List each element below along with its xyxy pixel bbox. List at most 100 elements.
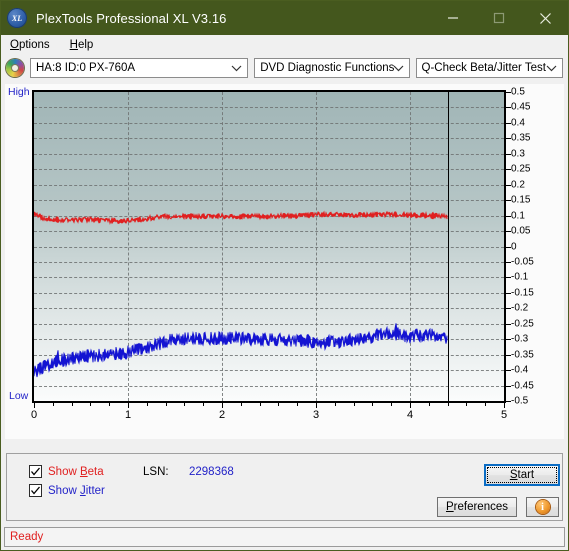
x-axis-tick-label: 1 [124, 409, 132, 421]
x-axis-tick-mark [447, 403, 449, 406]
x-axis-tick-mark [259, 403, 261, 406]
show-beta-checkbox-row[interactable]: Show Beta [29, 465, 104, 478]
y-axis-tick-label: 0.1 [511, 210, 525, 222]
y-axis-tick-label: -0.05 [511, 256, 534, 268]
y-axis-tick-label: -0.5 [511, 395, 529, 407]
x-axis-tick-label: 5 [500, 409, 508, 421]
window-controls [430, 1, 568, 35]
info-icon: i [535, 500, 550, 514]
maximize-icon[interactable] [476, 1, 522, 35]
show-beta-checkbox[interactable] [29, 465, 42, 478]
chart-label-high: High [8, 86, 30, 98]
y-axis-tick-mark [506, 200, 511, 202]
x-axis-tick-mark [52, 403, 54, 406]
status-bar: Ready [4, 527, 565, 547]
show-jitter-label: Show Jitter [48, 484, 105, 497]
chart-traces [34, 210, 448, 378]
y-axis-tick-mark [506, 385, 511, 387]
y-axis-tick-mark [506, 169, 511, 171]
chart-panel: High Low 0.5 0.45 0.4 0.35 0.3 0.25 0.2 0.15 0.1… [5, 84, 564, 439]
x-axis-tick-label: 4 [406, 409, 414, 421]
title-bar: XL PlexTools Professional XL V3.16 [1, 1, 568, 35]
x-axis-tick-mark [184, 403, 186, 406]
info-button[interactable]: i [526, 497, 559, 517]
menu-options-label: ptions [18, 39, 50, 51]
y-axis-tick-mark [506, 308, 511, 310]
menu-item-options[interactable]: Options [8, 38, 52, 52]
plextools-window: XL PlexTools Professional XL V3.16 Optio… [0, 0, 569, 551]
x-axis-tick-mark [297, 403, 299, 406]
x-axis-tick-mark [372, 403, 374, 406]
show-jitter-checkbox-row[interactable]: Show Jitter [29, 484, 105, 497]
lsn-label: LSN: [143, 466, 169, 478]
start-button-label: Start [509, 469, 535, 481]
y-axis-tick-label: -0.2 [511, 302, 529, 314]
test-select-value: Q-Check Beta/Jitter Test [421, 62, 546, 74]
show-jitter-checkbox[interactable] [29, 484, 42, 497]
chart-plot-area[interactable] [32, 90, 506, 403]
drive-select-value: HA:8 ID:0 PX-760A [36, 62, 136, 74]
y-axis-tick-mark [506, 107, 511, 109]
x-axis-tick-mark [90, 403, 92, 406]
y-axis-tick-mark [506, 277, 511, 279]
function-select[interactable]: DVD Diagnostic Functions [254, 58, 410, 78]
x-axis-tick-mark [278, 403, 280, 406]
y-axis-tick-mark [506, 138, 511, 140]
controls-panel: Show Beta Show Jitter LSN: 2298368 Start… [6, 453, 563, 521]
y-axis-tick-mark [506, 323, 511, 325]
start-button-inner: Start [487, 467, 557, 483]
x-axis-tick-mark [334, 403, 336, 406]
y-axis-tick-mark [506, 215, 511, 217]
x-axis-tick-mark [316, 403, 317, 408]
y-axis-tick-label: 0.35 [511, 132, 531, 144]
y-axis-tick-mark [506, 401, 511, 402]
y-axis-tick-mark [506, 184, 511, 186]
x-axis-tick-mark [203, 403, 205, 406]
test-select[interactable]: Q-Check Beta/Jitter Test [415, 58, 563, 78]
y-axis-tick-mark [506, 246, 511, 248]
preferences-button[interactable]: Preferences [437, 497, 517, 517]
chart-series-beta [34, 210, 448, 225]
y-axis-tick-label: -0.25 [511, 318, 534, 330]
toolbar: HA:8 ID:0 PX-760A DVD Diagnostic Functio… [1, 55, 568, 81]
x-axis-tick-mark [146, 403, 148, 406]
y-axis-tick-label: 0.15 [511, 194, 531, 206]
app-icon: XL [7, 8, 27, 28]
y-axis-tick-mark [506, 370, 511, 372]
x-axis-tick-mark [240, 403, 242, 406]
y-axis-tick-mark [506, 153, 511, 155]
x-axis-tick-mark [466, 403, 468, 406]
x-axis-tick-mark [34, 403, 35, 408]
x-axis-tick-mark [391, 403, 393, 406]
minimize-icon[interactable] [430, 1, 476, 35]
x-axis-tick-label: 3 [312, 409, 320, 421]
menu-help-label: elp [77, 39, 94, 51]
x-axis-tick-mark [410, 403, 411, 408]
x-axis-tick-mark [504, 403, 505, 408]
y-axis-tick-mark [506, 92, 511, 93]
x-axis-tick-label: 2 [218, 409, 226, 421]
window-title: PlexTools Professional XL V3.16 [36, 10, 227, 26]
y-axis-tick-label: -0.4 [511, 364, 529, 376]
x-axis-tick-mark [128, 403, 129, 408]
show-beta-label: Show Beta [48, 465, 104, 478]
chart-label-low: Low [9, 390, 29, 402]
x-axis-tick-mark [222, 403, 223, 408]
x-axis-tick-mark [485, 403, 487, 406]
y-axis-tick-mark [506, 339, 511, 341]
y-axis-tick-label: 0.25 [511, 163, 531, 175]
drive-select[interactable]: HA:8 ID:0 PX-760A [30, 58, 249, 78]
x-axis-tick-mark [71, 403, 73, 406]
y-axis-tick-label: -0.35 [511, 349, 534, 361]
start-button[interactable]: Start [484, 464, 560, 486]
y-axis-tick-label: 0.4 [511, 117, 525, 129]
y-axis-tick-label: -0.15 [511, 287, 534, 299]
menu-item-help[interactable]: Help [68, 38, 96, 52]
function-select-value: DVD Diagnostic Functions [260, 62, 395, 74]
chevron-down-icon [393, 59, 404, 77]
chart-series-jitter [34, 323, 448, 378]
y-axis-tick-mark [506, 261, 511, 263]
y-axis-tick-label: -0.3 [511, 333, 529, 345]
menu-bar: Options Help [1, 35, 568, 55]
close-icon[interactable] [522, 1, 568, 35]
